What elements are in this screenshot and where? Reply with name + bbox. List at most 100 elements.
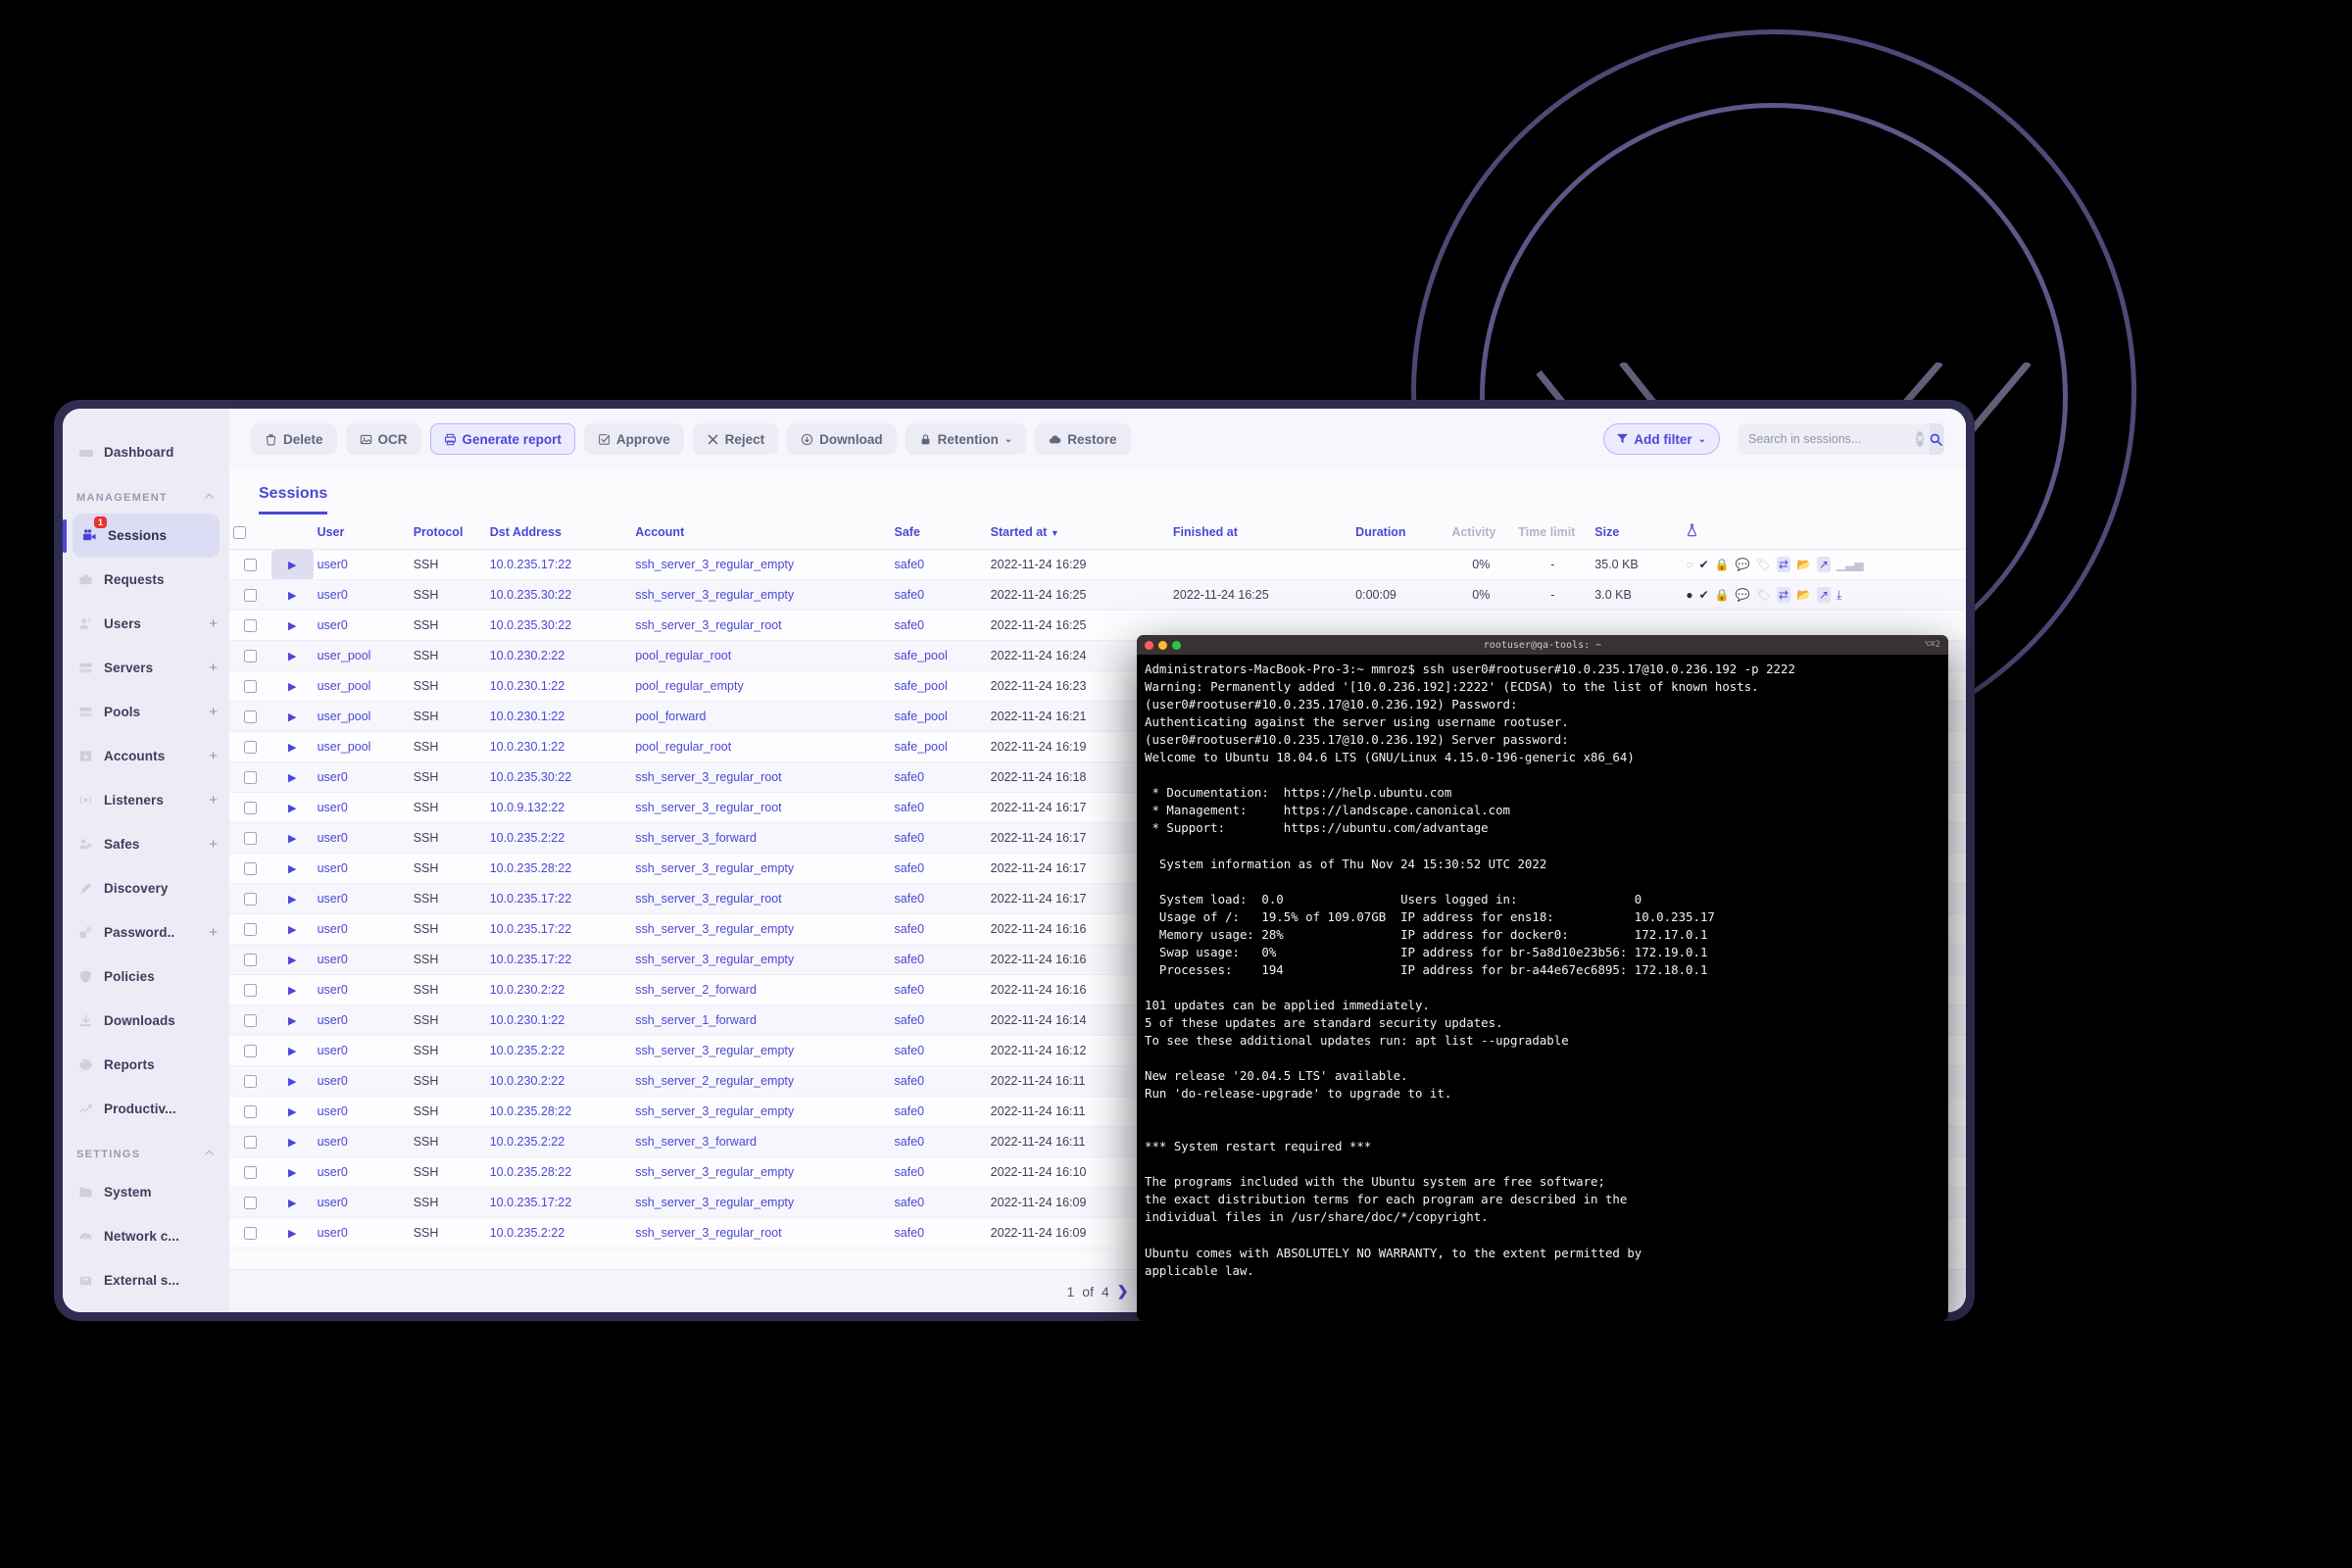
row-play-cell[interactable]: ▶ (270, 822, 314, 854)
sidebar-item-networkc[interactable]: Network c... (63, 1214, 229, 1258)
row-checkbox-cell[interactable] (229, 610, 271, 641)
sidebar-item-requests[interactable]: Requests (63, 558, 229, 602)
table-row[interactable]: ▶ user0 SSH 10.0.235.30:22 ssh_server_3_regu… (229, 579, 1966, 611)
play-icon[interactable]: ▶ (288, 985, 296, 997)
play-icon[interactable]: ▶ (288, 560, 296, 571)
row-checkbox-cell[interactable] (229, 944, 271, 975)
sidebar-item-dashboard[interactable]: Dashboard (63, 430, 229, 474)
search-input[interactable] (1739, 423, 1916, 455)
restore-button[interactable]: Restore (1035, 423, 1131, 455)
sidebar-item-reports[interactable]: Reports (63, 1043, 229, 1087)
terminal-window[interactable]: rootuser@qa-tools: ~ ⌥⌘2 Administrators-… (1137, 635, 1948, 1321)
retention-button[interactable]: Retention ⌄ (905, 423, 1027, 455)
play-icon[interactable]: ▶ (288, 1198, 296, 1209)
row-checkbox-cell[interactable] (229, 761, 271, 793)
comment-icon[interactable]: 💬 (1736, 558, 1750, 571)
row-action-icons[interactable]: ● ✔ 🔒 💬 🏷 ⇄ 📂 ↗ ⤓ (1686, 587, 1962, 603)
play-icon[interactable]: ▶ (288, 1167, 296, 1179)
sidebar-section-management[interactable]: MANAGEMENT (63, 474, 229, 514)
sidebar-item-pools[interactable]: Pools + (63, 690, 229, 734)
tab-sessions[interactable]: Sessions (259, 485, 328, 514)
row-checkbox[interactable] (243, 1136, 257, 1150)
play-icon[interactable]: ▶ (288, 742, 296, 754)
row-play-cell[interactable]: ▶ (270, 670, 314, 702)
sidebar-item-add-button[interactable]: + (209, 704, 218, 720)
sidebar-item-add-button[interactable]: + (209, 660, 218, 676)
row-play-cell[interactable]: ▶ (270, 913, 314, 945)
row-play-cell[interactable]: ▶ (270, 883, 314, 914)
row-checkbox-cell[interactable] (229, 701, 271, 732)
row-play-cell[interactable]: ▶ (270, 1096, 314, 1127)
clear-icon[interactable]: ✕ (1916, 431, 1925, 447)
play-icon[interactable]: ▶ (288, 833, 296, 845)
row-action-icons[interactable]: ○ ✔ 🔒 💬 🏷 ⇄ 📂 ↗ ▁▃▅ (1686, 557, 1962, 572)
sidebar-item-productiv[interactable]: Productiv... (63, 1087, 229, 1131)
row-checkbox[interactable] (243, 1227, 257, 1241)
column-header-duration[interactable]: Duration (1351, 514, 1448, 550)
play-icon[interactable]: ▶ (288, 1137, 296, 1149)
row-checkbox-cell[interactable] (229, 883, 271, 914)
share-icon[interactable]: ↗ (1816, 587, 1831, 603)
row-checkbox[interactable] (243, 710, 257, 724)
play-icon[interactable]: ▶ (288, 803, 296, 814)
row-checkbox-cell[interactable] (229, 731, 271, 762)
row-play-cell[interactable]: ▶ (270, 549, 314, 580)
row-checkbox-cell[interactable] (229, 640, 271, 671)
cell-actions[interactable]: ● ✔ 🔒 💬 🏷 ⇄ 📂 ↗ ⤓ (1682, 579, 1966, 611)
sidebar-item-safes[interactable]: Safes + (63, 822, 229, 866)
row-checkbox[interactable] (243, 802, 257, 815)
delete-button[interactable]: Delete (251, 423, 337, 455)
row-checkbox[interactable] (243, 1014, 257, 1028)
sidebar-item-add-button[interactable]: + (209, 836, 218, 853)
sidebar-section-settings[interactable]: SETTINGS (63, 1131, 229, 1170)
column-header-safe[interactable]: Safe (890, 514, 987, 550)
row-play-cell[interactable]: ▶ (270, 1156, 314, 1188)
select-all-checkbox[interactable] (233, 525, 246, 539)
download-icon[interactable]: ⤓ (1837, 588, 1841, 603)
row-play-cell[interactable]: ▶ (270, 1065, 314, 1097)
column-header-size[interactable]: Size (1591, 514, 1683, 550)
play-icon[interactable]: ▶ (288, 1015, 296, 1027)
row-checkbox[interactable] (243, 984, 257, 998)
sidebar-item-add-button[interactable]: + (209, 924, 218, 941)
sidebar-item-policies[interactable]: Policies (63, 955, 229, 999)
tag-icon[interactable]: 🏷 (1756, 558, 1771, 571)
sidebar-item-users[interactable]: Users + (63, 602, 229, 646)
sidebar-item-add-button[interactable]: + (209, 615, 218, 632)
row-checkbox[interactable] (243, 1166, 257, 1180)
reject-button[interactable]: Reject (692, 423, 779, 455)
row-checkbox[interactable] (243, 954, 257, 967)
column-header-protocol[interactable]: Protocol (409, 514, 486, 550)
download-button[interactable]: Download (787, 423, 897, 455)
row-checkbox[interactable] (243, 741, 257, 755)
generate-report-button[interactable]: Generate report (429, 423, 575, 455)
chevron-right-icon[interactable]: ❯ (1117, 1283, 1129, 1299)
row-checkbox-cell[interactable] (229, 853, 271, 884)
row-checkbox[interactable] (243, 589, 257, 603)
play-icon[interactable]: ▶ (288, 681, 296, 693)
share-icon[interactable]: ↗ (1816, 557, 1831, 572)
column-header-timelimit[interactable]: Time limit (1514, 514, 1592, 550)
row-checkbox-cell[interactable] (229, 1217, 271, 1249)
transfer-icon[interactable]: ⇄ (1776, 557, 1790, 572)
row-checkbox-cell[interactable] (229, 792, 271, 823)
row-play-cell[interactable]: ▶ (270, 731, 314, 762)
row-play-cell[interactable]: ▶ (270, 1187, 314, 1218)
sidebar-item-listeners[interactable]: Listeners + (63, 778, 229, 822)
row-checkbox-cell[interactable] (229, 822, 271, 854)
sidebar-item-password[interactable]: Password.. + (63, 910, 229, 955)
sidebar-item-sessions[interactable]: 1 Sessions (63, 514, 220, 558)
play-icon[interactable]: ▶ (288, 1076, 296, 1088)
row-play-cell[interactable]: ▶ (270, 640, 314, 671)
sidebar-item-add-button[interactable]: + (209, 748, 218, 764)
table-row[interactable]: ▶ user0 SSH 10.0.235.17:22 ssh_server_3_regu… (229, 549, 1966, 580)
sidebar-item-servers[interactable]: Servers + (63, 646, 229, 690)
column-header-dst[interactable]: Dst Address (485, 514, 632, 550)
row-play-cell[interactable]: ▶ (270, 1126, 314, 1157)
row-play-cell[interactable]: ▶ (270, 974, 314, 1005)
row-checkbox[interactable] (243, 680, 257, 694)
row-checkbox-cell[interactable] (229, 1065, 271, 1097)
column-header-account[interactable]: Account (631, 514, 891, 550)
column-header-play[interactable] (270, 514, 314, 550)
row-checkbox-cell[interactable] (229, 974, 271, 1005)
